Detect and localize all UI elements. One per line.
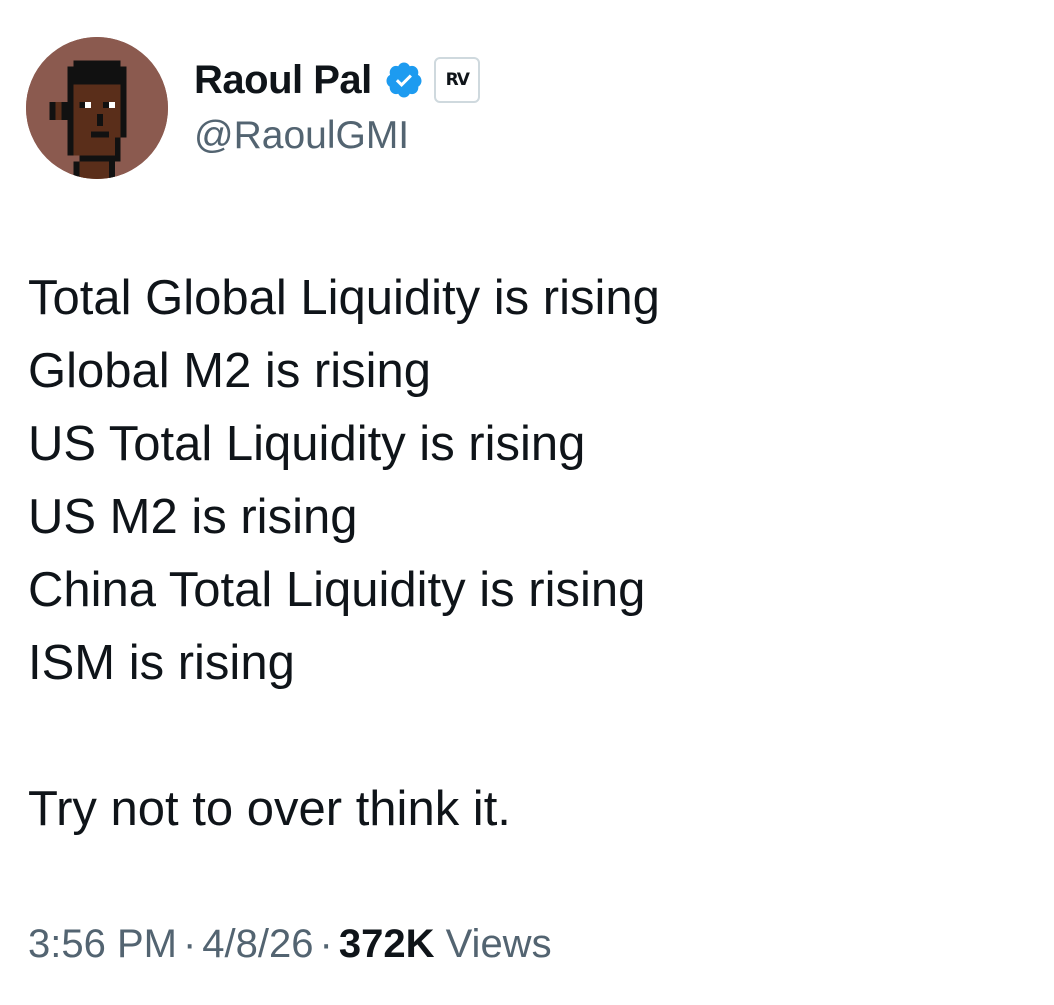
views-label: Views bbox=[445, 922, 552, 966]
tweet-line: US Total Liquidity is rising bbox=[28, 417, 586, 471]
tweet-line: ISM is rising bbox=[28, 636, 295, 690]
views-count[interactable]: 372K bbox=[339, 922, 435, 966]
affiliate-badge[interactable]: RV bbox=[433, 57, 480, 103]
verified-badge-icon[interactable] bbox=[384, 60, 424, 100]
tweet-date[interactable]: 4/8/26 bbox=[202, 922, 313, 966]
avatar[interactable] bbox=[26, 37, 168, 179]
paragraph-break bbox=[28, 700, 1028, 773]
tweet-line: US M2 is rising bbox=[28, 490, 358, 544]
author-name-row: Raoul Pal RV bbox=[194, 52, 480, 108]
tweet-time[interactable]: 3:56 PM bbox=[28, 922, 177, 966]
pixel-punk-avatar-icon bbox=[26, 37, 168, 179]
tweet-text: Total Global Liquidity is rising Global … bbox=[28, 262, 1028, 846]
meta-separator: · bbox=[319, 922, 333, 966]
display-name[interactable]: Raoul Pal bbox=[194, 58, 372, 103]
user-handle[interactable]: @RaoulGMI bbox=[194, 114, 409, 158]
meta-separator: · bbox=[182, 922, 197, 966]
tweet-closing-line: Try not to over think it. bbox=[28, 782, 511, 836]
tweet-meta: 3:56 PM · 4/8/26 · 372K Views bbox=[28, 922, 552, 967]
tweet-line: Global M2 is rising bbox=[28, 344, 432, 398]
tweet-line: China Total Liquidity is rising bbox=[28, 563, 646, 617]
tweet-line: Total Global Liquidity is rising bbox=[28, 271, 660, 325]
